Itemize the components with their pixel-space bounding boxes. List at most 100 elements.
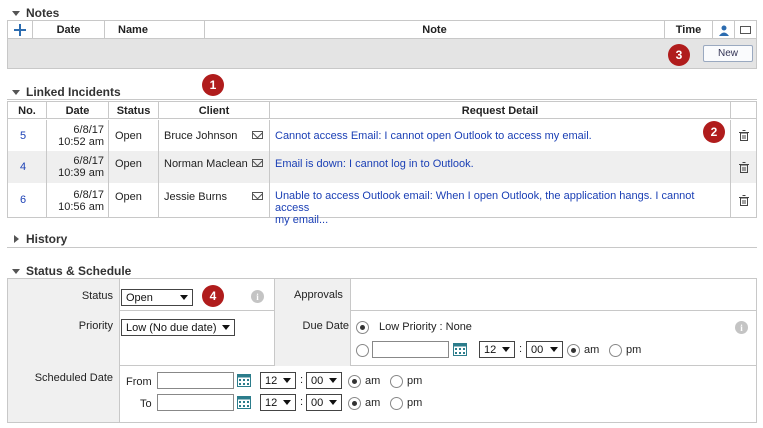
calendar-icon[interactable] (237, 373, 251, 387)
plus-icon (14, 24, 26, 36)
to-minute-select[interactable]: 00 (306, 394, 342, 411)
history-title: History (26, 232, 68, 246)
delete-trash-icon[interactable] (731, 183, 756, 217)
time-colon: : (519, 343, 523, 355)
due-minute-select[interactable]: 00 (526, 341, 563, 358)
email-icon[interactable] (252, 192, 263, 200)
client-name: Jessie Burns (164, 191, 227, 203)
table-row[interactable]: 5 6/8/17 10:52 am Open Bruce Johnson Can… (8, 120, 756, 151)
delete-trash-icon[interactable] (731, 151, 756, 183)
due-am-radio[interactable] (567, 344, 580, 357)
row-time: 10:56 am (58, 201, 104, 213)
priority-label: Priority (78, 320, 113, 332)
due-date-input[interactable] (372, 341, 449, 358)
from-pm-radio[interactable] (390, 375, 403, 388)
col-request-detail[interactable]: Request Detail (270, 102, 731, 119)
col-date[interactable]: Date (33, 21, 105, 39)
dropdown-caret-icon (550, 347, 558, 352)
linked-incidents-header[interactable]: Linked Incidents (12, 85, 121, 99)
col-status[interactable]: Status (109, 102, 159, 119)
am-label: am (365, 397, 381, 409)
to-pm-radio[interactable] (390, 397, 403, 410)
calendar-icon[interactable] (237, 395, 251, 409)
incident-number-link[interactable]: 4 (8, 151, 47, 183)
new-note-button[interactable]: New (703, 45, 753, 62)
collapse-triangle-icon (12, 89, 20, 95)
to-hour-select[interactable]: 12 (260, 394, 296, 411)
table-row[interactable]: 4 6/8/17 10:39 am Open Norman Maclean Em… (8, 151, 756, 183)
dropdown-caret-icon (180, 295, 188, 300)
from-am-radio[interactable] (348, 375, 361, 388)
info-icon[interactable]: i (251, 290, 264, 303)
due-priority-radio[interactable] (356, 321, 369, 334)
person-icon[interactable] (713, 21, 735, 39)
due-minute-value: 00 (531, 343, 544, 356)
due-custom-radio[interactable] (356, 344, 369, 357)
am-label: am (365, 375, 381, 387)
from-minute-value: 00 (311, 374, 324, 387)
row-time: 10:52 am (58, 135, 104, 148)
callout-badge-3: 3 (668, 44, 690, 66)
incident-number-link[interactable]: 6 (8, 183, 47, 217)
row-date: 6/8/17 (73, 189, 104, 201)
col-date[interactable]: Date (47, 102, 109, 119)
status-row: Status Open i Approvals (8, 279, 756, 311)
info-icon[interactable]: i (735, 321, 748, 334)
from-hour-value: 12 (265, 374, 278, 387)
calendar-icon[interactable] (453, 342, 467, 356)
email-icon[interactable] (252, 131, 263, 139)
status-value: Open (126, 291, 153, 304)
linked-header-row: No. Date Status Client Request Detail (8, 102, 756, 119)
request-detail-line2[interactable]: my email... (275, 214, 328, 226)
col-name[interactable]: Name (105, 21, 205, 39)
due-hour-value: 12 (484, 343, 497, 356)
dropdown-caret-icon (502, 347, 510, 352)
due-pm-radio[interactable] (609, 344, 622, 357)
request-detail-line1[interactable]: Unable to access Outlook email: When I o… (275, 190, 730, 214)
dropdown-caret-icon (329, 400, 337, 405)
row-client: Norman Maclean (159, 151, 270, 183)
row-date: 6/8/17 (73, 123, 104, 136)
col-time[interactable]: Time (665, 21, 713, 39)
history-section-header[interactable]: History (12, 232, 67, 246)
status-schedule-form: Status Open i Approvals Priority Low (No… (7, 279, 757, 423)
pm-label: pm (407, 397, 423, 409)
priority-row: Priority Low (No due date) Due Date Low … (8, 311, 756, 366)
row-status: Open (109, 183, 159, 217)
col-no[interactable]: No. (8, 102, 47, 119)
pm-label: pm (626, 344, 642, 356)
due-priority-text: Low Priority : None (379, 321, 472, 333)
email-header-icon[interactable] (735, 21, 756, 39)
row-client: Jessie Burns (159, 183, 270, 217)
table-row[interactable]: 6 6/8/17 10:56 am Open Jessie Burns Unab… (8, 183, 756, 226)
expand-triangle-icon (14, 235, 19, 243)
notes-table: Date Name Note Time New (7, 21, 757, 69)
notes-header-row: Date Name Note Time (8, 21, 756, 39)
col-note[interactable]: Note (205, 21, 665, 39)
col-client[interactable]: Client (159, 102, 270, 119)
request-detail-link[interactable]: Cannot access Email: I cannot open Outlo… (270, 120, 731, 151)
to-am-radio[interactable] (348, 397, 361, 410)
notes-section-header[interactable]: Notes (12, 6, 59, 20)
from-label: From (126, 376, 152, 388)
delete-trash-icon[interactable] (731, 120, 756, 151)
client-name: Norman Maclean (164, 158, 248, 170)
to-date-input[interactable] (157, 394, 234, 411)
request-detail-link[interactable]: Unable to access Outlook email: When I o… (270, 183, 731, 226)
time-colon: : (300, 374, 304, 386)
email-icon[interactable] (252, 159, 263, 167)
to-label: To (140, 398, 152, 410)
priority-select[interactable]: Low (No due date) (121, 319, 235, 336)
status-select[interactable]: Open (121, 289, 193, 306)
from-hour-select[interactable]: 12 (260, 372, 296, 389)
request-detail-link[interactable]: Email is down: I cannot log in to Outloo… (270, 151, 731, 183)
due-hour-select[interactable]: 12 (479, 341, 515, 358)
from-minute-select[interactable]: 00 (306, 372, 342, 389)
divider (7, 247, 757, 248)
row-status: Open (109, 120, 159, 151)
add-note-button[interactable] (8, 21, 33, 39)
incident-number-link[interactable]: 5 (8, 120, 47, 151)
status-schedule-header[interactable]: Status & Schedule (12, 264, 131, 278)
linked-incidents-table: No. Date Status Client Request Detail 5 … (7, 101, 757, 226)
from-date-input[interactable] (157, 372, 234, 389)
